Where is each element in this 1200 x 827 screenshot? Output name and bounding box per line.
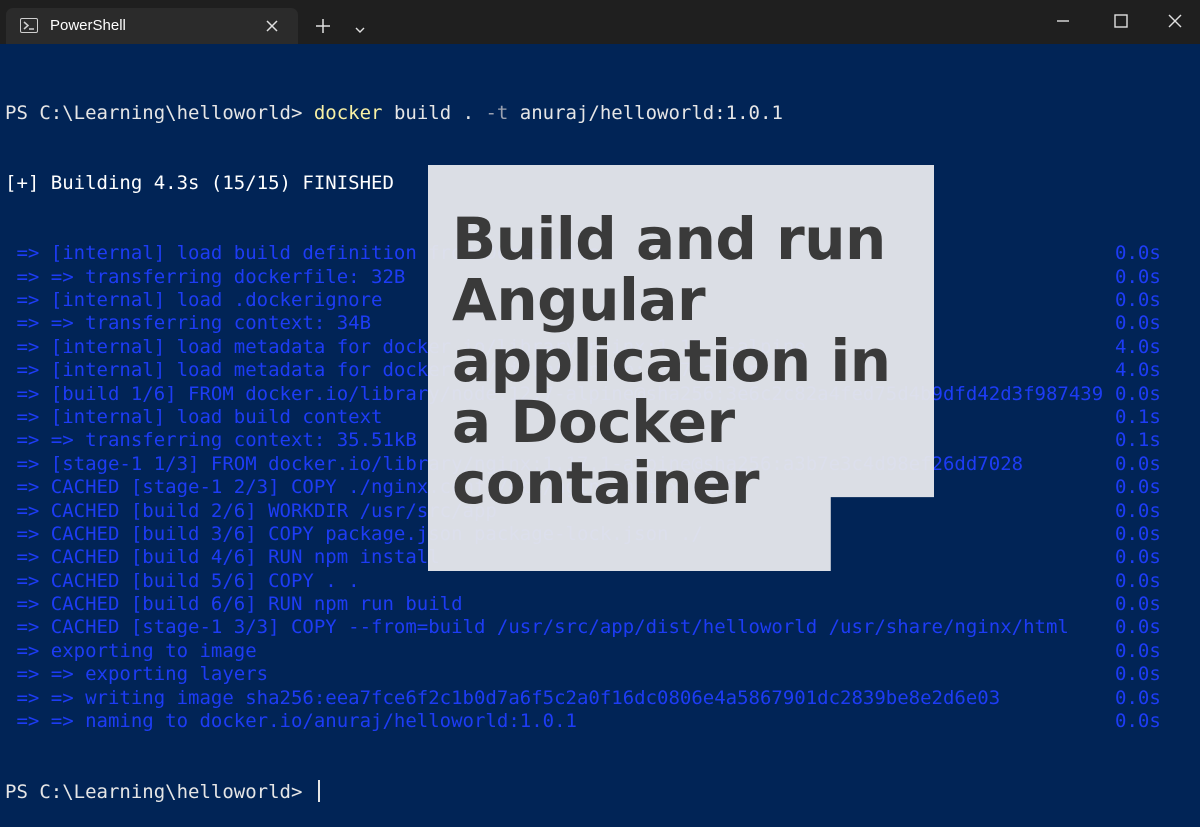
- build-step-time: 0.0s: [1115, 382, 1161, 405]
- command-flag: -t: [485, 101, 509, 124]
- build-step-time: 4.0s: [1115, 335, 1161, 358]
- powershell-icon: [20, 18, 38, 33]
- final-prompt: PS C:\Learning\helloworld>: [5, 781, 314, 804]
- new-tab-plus-icon[interactable]: [314, 17, 332, 35]
- build-step-time: 0.0s: [1115, 289, 1161, 311]
- build-step-line: => CACHED [stage-1 3/3] COPY --from=buil…: [5, 616, 1200, 639]
- chevron-down-icon[interactable]: [354, 20, 366, 33]
- build-step-time: 0.0s: [1115, 616, 1161, 639]
- maximize-icon[interactable]: [1112, 12, 1130, 30]
- build-step-line: => => exporting layers 0.0s: [5, 663, 1200, 686]
- build-step-time: 0.0s: [1115, 476, 1161, 499]
- close-tab-icon[interactable]: [264, 18, 280, 34]
- build-step-text: => => writing image sha256:eea7fce6f2c1b…: [5, 686, 1001, 709]
- command-args: build .: [382, 101, 486, 124]
- tab-powershell[interactable]: PowerShell: [6, 8, 298, 44]
- text-cursor: [317, 780, 320, 803]
- close-window-icon[interactable]: [1166, 12, 1184, 30]
- build-step-text: => CACHED [build 4/6] RUN npm install: [5, 546, 440, 569]
- build-step-text: => CACHED [stage-1 3/3] COPY --from=buil…: [5, 616, 1069, 639]
- title-bar: PowerShell: [0, 0, 1200, 44]
- build-step-time: 0.0s: [1115, 312, 1161, 335]
- build-step-time: 0.0s: [1115, 593, 1161, 616]
- final-prompt-line[interactable]: PS C:\Learning\helloworld>: [5, 780, 1200, 803]
- build-step-line: => exporting to image 0.0s: [5, 640, 1200, 663]
- build-step-line: => => naming to docker.io/anuraj/hellowo…: [5, 710, 1200, 733]
- build-step-text: => CACHED [build 5/6] COPY . .: [5, 569, 360, 592]
- build-step-text: => => transferring context: 34B: [5, 312, 372, 335]
- build-step-time: 0.0s: [1115, 663, 1161, 686]
- build-step-time: 0.0s: [1115, 639, 1161, 662]
- tab-title: PowerShell: [50, 17, 126, 34]
- build-step-time: 0.0s: [1115, 499, 1161, 522]
- build-step-text: => CACHED [build 6/6] RUN npm run build: [5, 593, 463, 616]
- build-step-text: => [internal] load .dockerignore: [5, 289, 383, 311]
- build-step-line: => CACHED [build 5/6] COPY . . 0.0s: [5, 570, 1200, 593]
- build-step-time: 0.0s: [1115, 710, 1161, 733]
- build-step-time: 0.1s: [1115, 429, 1161, 452]
- build-step-time: 0.0s: [1115, 242, 1161, 265]
- build-step-time: 4.0s: [1115, 359, 1161, 382]
- build-step-line: => CACHED [build 6/6] RUN npm run build 0…: [5, 593, 1200, 616]
- build-step-time: 0.0s: [1115, 686, 1161, 709]
- build-step-text: => => exporting layers: [5, 663, 269, 686]
- build-step-time: 0.0s: [1115, 452, 1161, 475]
- build-step-text: => => transferring dockerfile: 32B: [5, 265, 406, 288]
- build-step-time: 0.0s: [1115, 265, 1161, 288]
- build-step-text: => => naming to docker.io/anuraj/hellowo…: [5, 710, 577, 733]
- build-step-text: => CACHED [build 2/6] WORKDIR /usr/src/a…: [5, 499, 497, 522]
- build-step-text: => [internal] load build context: [5, 405, 383, 428]
- build-step-line: => => writing image sha256:eea7fce6f2c1b…: [5, 687, 1200, 710]
- prompt: PS C:\Learning\helloworld>: [5, 101, 314, 124]
- build-step-text: => => transferring context: 35.51kB: [5, 429, 417, 452]
- build-step-time: 0.0s: [1115, 546, 1161, 569]
- command-tag: anuraj/helloworld:1.0.1: [508, 101, 783, 124]
- minimize-icon[interactable]: [1054, 12, 1072, 30]
- build-step-time: 0.0s: [1115, 569, 1161, 592]
- command-line: PS C:\Learning\helloworld> docker build …: [5, 102, 1200, 125]
- build-step-text: => exporting to image: [5, 639, 257, 662]
- build-step-time: 0.0s: [1115, 522, 1161, 545]
- command-name: docker: [313, 101, 383, 124]
- build-step-time: 0.1s: [1115, 405, 1161, 428]
- article-title: Build and run Angular application in a D…: [452, 205, 891, 517]
